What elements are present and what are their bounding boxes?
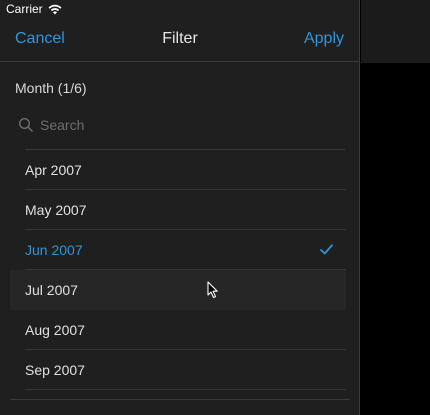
wifi-icon <box>48 4 62 14</box>
list-item-sep-2007[interactable]: Sep 2007 <box>10 350 346 390</box>
month-section-header: Month (1/6) <box>15 80 87 96</box>
list-item-jul-2007[interactable]: Jul 2007 <box>10 270 346 310</box>
navigation-bar: Cancel Filter Apply <box>0 18 360 62</box>
list-item-label: Apr 2007 <box>25 162 82 178</box>
bottom-divider <box>10 399 350 400</box>
screen: Carrier Cancel Filter Apply Month (1/6) … <box>0 0 430 415</box>
checkmark-icon <box>320 244 333 255</box>
status-bar: Carrier <box>0 0 360 18</box>
list-item-label: Aug 2007 <box>25 322 85 338</box>
month-list: Apr 2007 May 2007 Jun 2007 Jul 2007 Aug … <box>10 150 346 390</box>
list-item-label: May 2007 <box>25 202 87 218</box>
search-input[interactable] <box>40 117 320 133</box>
search-icon <box>18 117 33 132</box>
row-divider <box>25 389 346 390</box>
list-item-label: Jun 2007 <box>25 242 83 258</box>
background-bar-right <box>361 0 430 63</box>
list-item-may-2007[interactable]: May 2007 <box>10 190 346 230</box>
apply-button[interactable]: Apply <box>304 30 344 48</box>
search-bar[interactable] <box>15 112 345 138</box>
list-item-label: Sep 2007 <box>25 362 85 378</box>
list-item-apr-2007[interactable]: Apr 2007 <box>10 150 346 190</box>
list-item-aug-2007[interactable]: Aug 2007 <box>10 310 346 350</box>
list-item-jun-2007[interactable]: Jun 2007 <box>10 230 346 270</box>
filter-panel: Carrier Cancel Filter Apply Month (1/6) … <box>0 0 360 415</box>
mouse-cursor-icon <box>207 281 218 299</box>
carrier-label: Carrier <box>6 2 43 16</box>
list-item-label: Jul 2007 <box>25 282 78 298</box>
